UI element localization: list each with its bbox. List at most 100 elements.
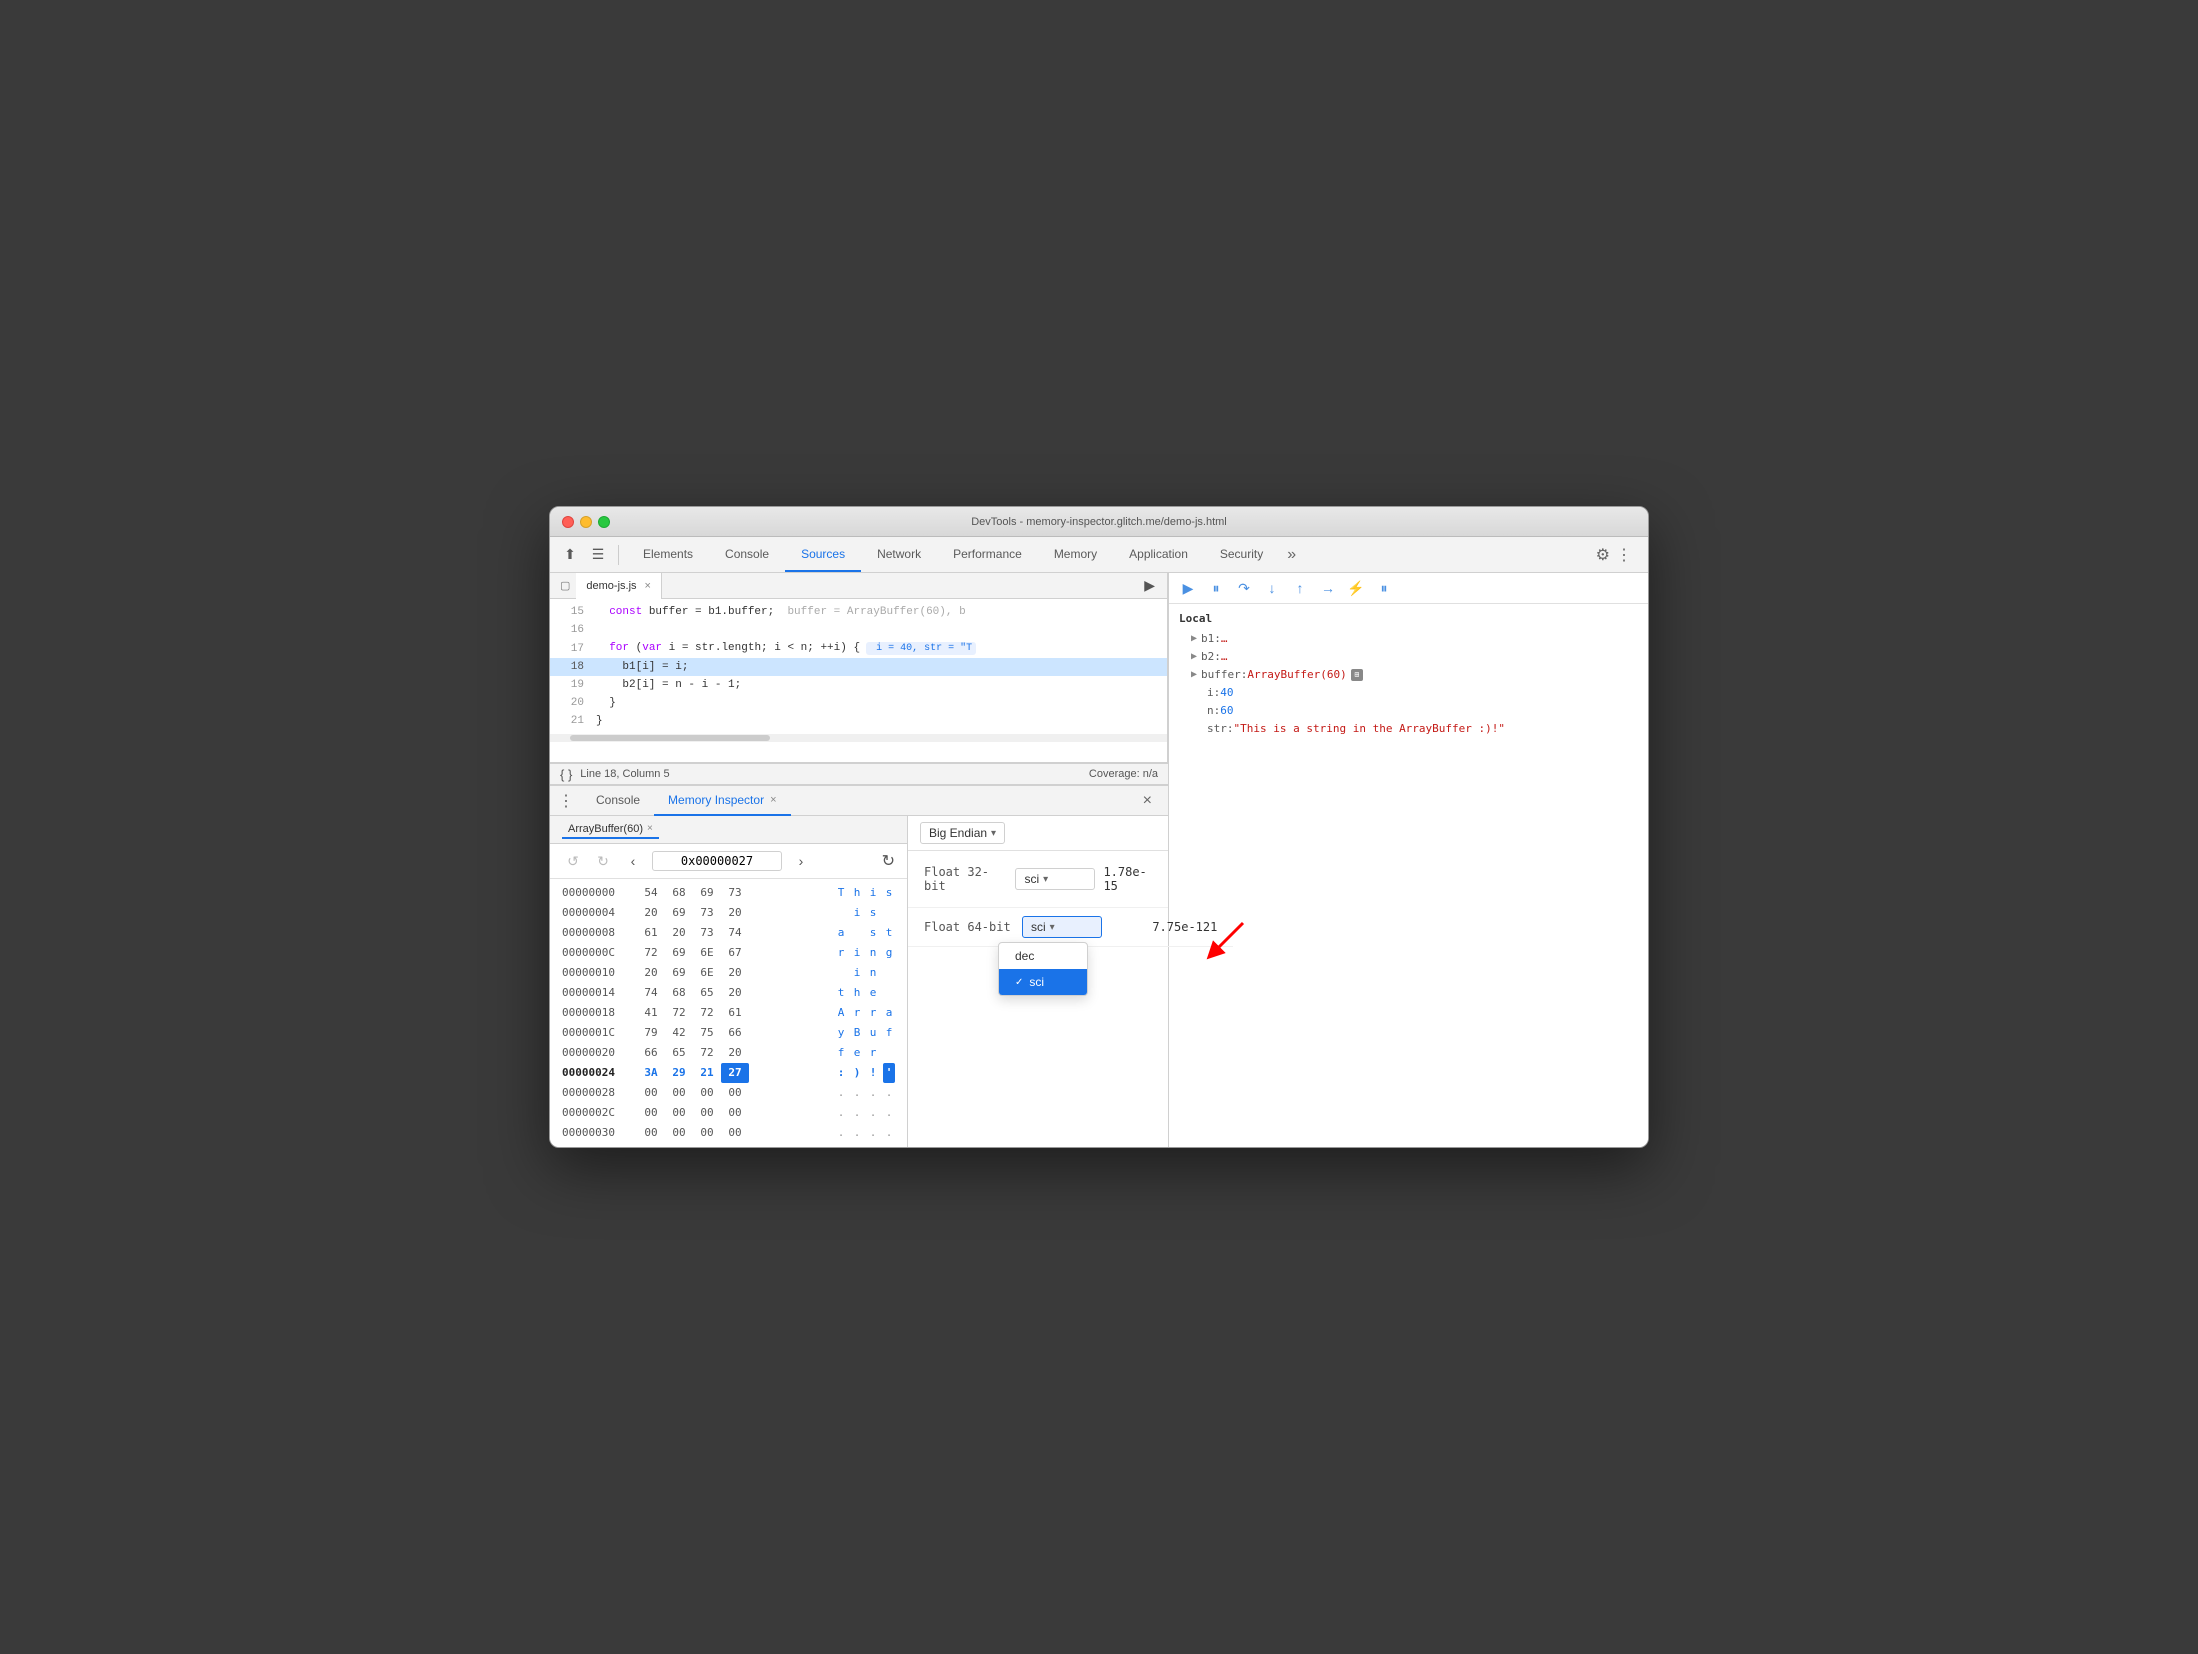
bottom-panel: ⋮ Console Memory Inspector × × bbox=[550, 785, 1168, 1147]
float64-row: Float 64-bit sci ▾ 7.75e-121 dec bbox=[908, 908, 1233, 947]
float32-format-select[interactable]: sci ▾ bbox=[1015, 868, 1095, 890]
source-scrollbar-h[interactable] bbox=[550, 734, 1167, 742]
hex-row-0: 00000000 54 68 69 73 T bbox=[562, 883, 895, 903]
step-over-button[interactable]: ↷ bbox=[1233, 577, 1255, 599]
hex-row-1: 00000004 20 69 73 20 bbox=[562, 903, 895, 923]
tab-security[interactable]: Security bbox=[1204, 538, 1279, 572]
devtools-body: ⬆ ☰ Elements Console Sources Network Per… bbox=[550, 537, 1648, 1147]
code-line-20: 20 } bbox=[550, 694, 1167, 712]
tab-network[interactable]: Network bbox=[861, 538, 937, 572]
deactivate-breakpoints-button[interactable]: ⚡ bbox=[1345, 577, 1367, 599]
dropdown-dec-label: dec bbox=[1015, 949, 1034, 963]
bottom-tab-console-label: Console bbox=[596, 793, 640, 807]
hex-row-2: 00000008 61 20 73 74 a bbox=[562, 923, 895, 943]
source-tab-close[interactable]: × bbox=[645, 580, 651, 592]
more-options-icon[interactable]: ⋮ bbox=[1616, 545, 1632, 565]
tab-application[interactable]: Application bbox=[1113, 538, 1204, 572]
hex-row-12: 00000030 00 00 00 00 . bbox=[562, 1123, 895, 1143]
source-run-button[interactable]: ▶ bbox=[1136, 577, 1163, 594]
cursor-tool-button[interactable]: ⬆ bbox=[558, 543, 582, 567]
tree-arrow-buffer: ▶ bbox=[1191, 666, 1197, 684]
float32-value: 1.78e-15 bbox=[1103, 865, 1157, 893]
step-button[interactable]: → bbox=[1317, 577, 1339, 599]
debug-item-str: str: "This is a string in the ArrayBuffe… bbox=[1179, 720, 1638, 738]
debug-panel-content: Local ▶ b1: … ▶ b2: … ▶ buffer: bbox=[1169, 604, 1648, 1147]
curly-braces-icon[interactable]: { } bbox=[560, 767, 572, 782]
source-tab-icon: ▢ bbox=[560, 579, 570, 592]
device-toolbar-button[interactable]: ☰ bbox=[586, 543, 610, 567]
memory-next-button[interactable]: › bbox=[790, 850, 812, 872]
debug-item-n: n: 60 bbox=[1179, 702, 1638, 720]
memory-address-input[interactable] bbox=[652, 851, 782, 871]
hex-row-6: 00000018 41 72 72 61 A bbox=[562, 1003, 895, 1023]
memory-prev-button[interactable]: ‹ bbox=[622, 850, 644, 872]
scrollbar-thumb[interactable] bbox=[570, 735, 770, 741]
dont-pause-button[interactable]: ⏸ bbox=[1373, 577, 1395, 599]
source-tab-demo-js[interactable]: demo-js.js × bbox=[576, 573, 662, 599]
arraybuffer-tab[interactable]: ArrayBuffer(60) × bbox=[562, 821, 659, 839]
code-line-16: 16 bbox=[550, 621, 1167, 639]
hex-row-4: 00000010 20 69 6E 20 bbox=[562, 963, 895, 983]
tab-elements[interactable]: Elements bbox=[627, 538, 709, 572]
maximize-button[interactable] bbox=[598, 516, 610, 528]
tree-arrow-b1: ▶ bbox=[1191, 630, 1197, 648]
devtools-window: DevTools - memory-inspector.glitch.me/de… bbox=[549, 506, 1649, 1148]
debug-item-b2[interactable]: ▶ b2: … bbox=[1179, 648, 1638, 666]
memory-refresh-button[interactable]: ↻ bbox=[882, 851, 895, 871]
memory-nav: ↺ ↻ ‹ › ↻ bbox=[550, 844, 907, 879]
bottom-tab-console[interactable]: Console bbox=[582, 786, 654, 816]
local-section-title: Local bbox=[1179, 610, 1638, 628]
coverage-status: Coverage: n/a bbox=[1089, 768, 1158, 780]
code-line-19: 19 b2[i] = n - i - 1; bbox=[550, 676, 1167, 694]
debug-item-b1[interactable]: ▶ b1: … bbox=[1179, 630, 1638, 648]
more-tabs-button[interactable]: » bbox=[1279, 546, 1304, 564]
source-area: ▢ demo-js.js × ▶ 15 const buffer bbox=[550, 573, 1168, 763]
hex-row-8: 00000020 66 65 72 20 f bbox=[562, 1043, 895, 1063]
traffic-lights bbox=[562, 516, 610, 528]
memory-icon[interactable]: ⊞ bbox=[1351, 669, 1363, 681]
toolbar-divider bbox=[618, 545, 619, 565]
debug-panel: ▶ ⏸ ↷ ↓ ↑ → ⚡ ⏸ Local ▶ b1: … bbox=[1168, 573, 1648, 1147]
float64-label: Float 64-bit bbox=[924, 920, 1014, 934]
float64-format-arrow: ▾ bbox=[1050, 922, 1055, 933]
source-tab-label: demo-js.js bbox=[586, 580, 636, 592]
arraybuffer-tab-label: ArrayBuffer(60) bbox=[568, 823, 643, 835]
float64-format-value: sci bbox=[1031, 920, 1046, 934]
source-tab-bar: ▢ demo-js.js × ▶ bbox=[550, 573, 1167, 599]
gear-icon[interactable]: ⚙ bbox=[1596, 545, 1610, 565]
step-out-button[interactable]: ↑ bbox=[1289, 577, 1311, 599]
source-editor: ▢ demo-js.js × ▶ 15 const buffer bbox=[550, 573, 1168, 762]
memory-back-button[interactable]: ↺ bbox=[562, 850, 584, 872]
memory-inspector-tab-close[interactable]: × bbox=[770, 794, 776, 806]
pause-button[interactable]: ⏸ bbox=[1205, 577, 1227, 599]
endian-arrow-icon: ▾ bbox=[991, 828, 996, 839]
dropdown-item-sci[interactable]: ✓ sci bbox=[999, 969, 1087, 995]
endian-selector[interactable]: Big Endian ▾ bbox=[920, 822, 1005, 844]
dropdown-item-dec[interactable]: dec bbox=[999, 943, 1087, 969]
format-dropdown: dec ✓ sci bbox=[998, 942, 1088, 996]
tab-sources[interactable]: Sources bbox=[785, 538, 861, 572]
memory-forward-button[interactable]: ↻ bbox=[592, 850, 614, 872]
bottom-tab-memory-inspector[interactable]: Memory Inspector × bbox=[654, 786, 790, 816]
bottom-panel-close[interactable]: × bbox=[1143, 792, 1160, 810]
hex-row-5: 00000014 74 68 65 20 t bbox=[562, 983, 895, 1003]
code-line-17: 17 for (var i = str.length; i < n; ++i) … bbox=[550, 639, 1167, 658]
close-button[interactable] bbox=[562, 516, 574, 528]
minimize-button[interactable] bbox=[580, 516, 592, 528]
hex-row-11: 0000002C 00 00 00 00 . bbox=[562, 1103, 895, 1123]
hex-row-10: 00000028 00 00 00 00 . bbox=[562, 1083, 895, 1103]
tab-console[interactable]: Console bbox=[709, 538, 785, 572]
bottom-more-options[interactable]: ⋮ bbox=[558, 791, 574, 811]
resume-button[interactable]: ▶ bbox=[1177, 577, 1199, 599]
hex-row-9-current: 00000024 3A 29 21 27 : bbox=[562, 1063, 895, 1083]
debug-item-buffer[interactable]: ▶ buffer: ArrayBuffer(60) ⊞ bbox=[1179, 666, 1638, 684]
line-column-status: Line 18, Column 5 bbox=[580, 768, 669, 780]
hex-row-7: 0000001C 79 42 75 66 y bbox=[562, 1023, 895, 1043]
step-into-button[interactable]: ↓ bbox=[1261, 577, 1283, 599]
code-line-21: 21 } bbox=[550, 712, 1167, 730]
float64-format-select[interactable]: sci ▾ bbox=[1022, 916, 1102, 938]
tab-memory[interactable]: Memory bbox=[1038, 538, 1113, 572]
tab-performance[interactable]: Performance bbox=[937, 538, 1038, 572]
memory-buffer-tab-bar: ArrayBuffer(60) × bbox=[550, 816, 907, 844]
arraybuffer-tab-close[interactable]: × bbox=[647, 823, 653, 834]
